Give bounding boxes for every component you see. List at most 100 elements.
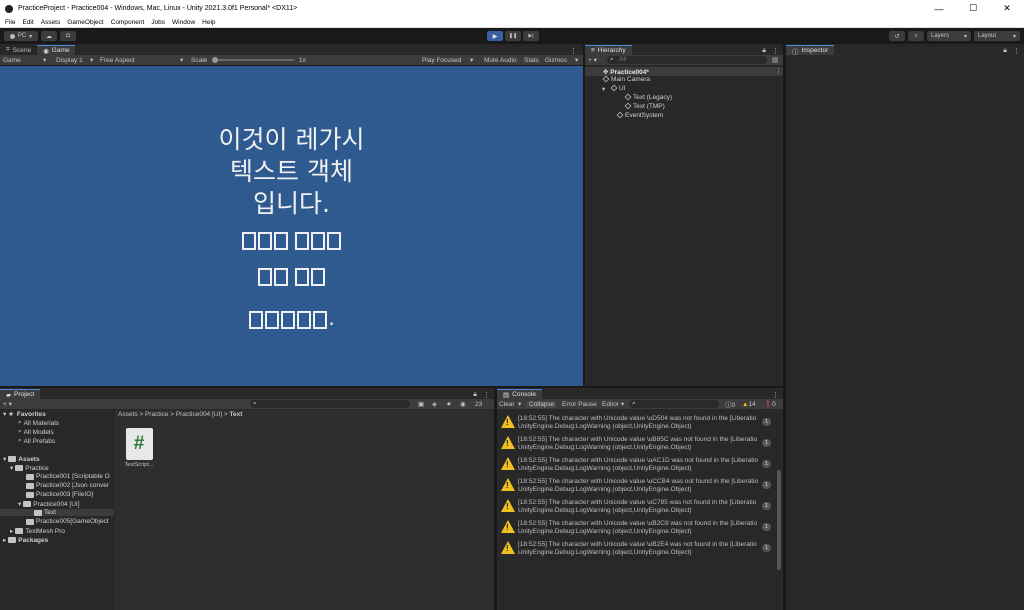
log-row[interactable]: ! [18:52:55] The character with Unicode v… [497, 412, 777, 433]
hierarchy-item-text-legacy[interactable]: Text (Legacy) [624, 93, 672, 101]
error-count[interactable]: ❗0 [764, 400, 776, 408]
tab-hierarchy[interactable]: ≡ Hierarchy [585, 45, 632, 55]
layout-dropdown[interactable]: Layout ▾ [974, 31, 1020, 41]
tree-item-all-materials[interactable]: ⌕ All Materials [18, 419, 59, 427]
scene-menu-icon[interactable]: ⋮ [775, 67, 782, 75]
tree-practice002[interactable]: Practice002 [Json conver [26, 482, 109, 489]
tab-game[interactable]: ◉ Game [37, 45, 76, 55]
pause-button[interactable]: ❚❚ [505, 31, 521, 41]
tree-favorites[interactable]: ▾ ★ Favorites [3, 410, 46, 419]
create-button[interactable]: + ▾ [588, 56, 597, 64]
visibility-icon[interactable]: ◉ [460, 400, 466, 408]
panel-menu-icon[interactable]: ⋮ [483, 391, 490, 399]
panel-menu-icon[interactable]: ⋮ [772, 47, 779, 55]
tree-practice003[interactable]: Practice003 [FileIO] [26, 491, 93, 498]
filter-icon[interactable]: ▤ [772, 56, 778, 64]
log-row[interactable]: ! [18:52:55] The character with Unicode v… [497, 496, 777, 517]
scale-slider[interactable] [212, 57, 294, 63]
hierarchy-item-eventsystem[interactable]: EventSystem [616, 111, 663, 119]
save-search-icon[interactable]: ★ [446, 400, 452, 408]
tree-practice004[interactable]: ▾ Practice004 [UI] [18, 500, 80, 509]
collab-button[interactable]: ◘ [60, 31, 76, 41]
mute-audio-toggle[interactable]: Mute Audio [484, 57, 517, 64]
play-focused-dropdown[interactable]: Play Focused [422, 57, 461, 64]
scene-row[interactable]: ✥ Practice004* ⋮ [585, 67, 783, 76]
hierarchy-item-ui[interactable]: ▾ UI [602, 84, 626, 93]
error-pause-toggle[interactable]: Error Pause [562, 401, 597, 408]
breadcrumb-text[interactable]: Text [230, 411, 243, 418]
breadcrumb-practice004[interactable]: Practice004 [UI] [176, 411, 222, 418]
lock-icon[interactable]: 🔒︎ [473, 391, 477, 399]
panel-menu-icon[interactable]: ⋮ [772, 391, 779, 399]
tree-textmesh-pro[interactable]: ▸ TextMesh Pro [10, 527, 65, 536]
maximize-button[interactable]: ☐ [956, 0, 990, 17]
tree-practice[interactable]: ▾ Practice [10, 464, 49, 473]
account-dropdown[interactable]: PC ▾ [4, 31, 38, 41]
cloud-button[interactable]: ☁ [41, 31, 57, 41]
warning-icon: ! [501, 520, 515, 533]
search-button[interactable]: ⌕ [908, 31, 924, 41]
tree-text-selected[interactable]: Text [0, 509, 114, 516]
log-row[interactable]: ! [18:52:55] The character with Unicode v… [497, 454, 777, 475]
info-count[interactable]: ⓘ0 [725, 399, 735, 409]
tree-practice001[interactable]: Practice001 [Scriptable O [26, 473, 110, 480]
menu-window[interactable]: Window [172, 19, 195, 26]
collapse-toggle[interactable]: Collapse [527, 400, 557, 408]
gizmos-toggle[interactable]: Gizmos [545, 57, 567, 64]
project-search-input[interactable]: ⌕ [250, 400, 410, 408]
tree-packages[interactable]: ▸ Packages [3, 536, 48, 545]
log-row[interactable]: ! [18:52:55] The character with Unicode v… [497, 475, 777, 496]
menu-jobs[interactable]: Jobs [151, 19, 165, 26]
log-row[interactable]: ! [18:52:55] The character with Unicode v… [497, 433, 777, 454]
file-textscript[interactable]: # TextScript... [123, 428, 155, 478]
search-by-label-icon[interactable]: ◈ [432, 400, 437, 408]
menu-component[interactable]: Component [111, 19, 145, 26]
play-button[interactable]: ▶ [487, 31, 503, 41]
expand-arrow-icon[interactable]: ▾ [602, 85, 605, 93]
create-asset-button[interactable]: + ▾ [3, 400, 12, 408]
log-row[interactable]: ! [18:52:55] The character with Unicode v… [497, 538, 777, 559]
lock-icon[interactable]: 🔒︎ [1003, 47, 1007, 55]
menu-edit[interactable]: Edit [22, 19, 33, 26]
warning-count[interactable]: ▲14 [742, 401, 756, 408]
stats-toggle[interactable]: Stats [524, 57, 539, 64]
display-dropdown[interactable]: Display 1 [56, 57, 83, 64]
breadcrumb-practice[interactable]: Practice [145, 411, 168, 418]
history-button[interactable]: ↺ [889, 31, 905, 41]
chevron-down-icon[interactable]: ▾ [518, 400, 521, 408]
panel-menu-icon[interactable]: ⋮ [1013, 47, 1020, 55]
lock-icon[interactable]: 🔒︎ [762, 47, 766, 55]
scale-slider-handle[interactable] [212, 57, 218, 63]
layers-dropdown[interactable]: Layers ▾ [927, 31, 971, 41]
log-row[interactable]: ! [18:52:55] The character with Unicode v… [497, 517, 777, 538]
menu-assets[interactable]: Assets [41, 19, 61, 26]
menu-file[interactable]: File [5, 19, 15, 26]
tab-inspector[interactable]: ⓘ Inspector [786, 45, 835, 56]
minimize-button[interactable]: — [922, 0, 956, 17]
search-by-type-icon[interactable]: ▣ [418, 400, 424, 408]
step-button[interactable]: ▶| [523, 31, 539, 41]
game-view[interactable]: 이것이 레가시 텍스트 객체 입니다. . [0, 66, 583, 386]
tab-console[interactable]: ▤ Console [497, 389, 543, 399]
tree-assets[interactable]: ▾ Assets [3, 455, 40, 464]
aspect-dropdown[interactable]: Free Aspect [100, 57, 135, 64]
menu-help[interactable]: Help [202, 19, 215, 26]
tree-practice005[interactable]: Practice005[GameObject [26, 518, 109, 525]
hierarchy-item-text-tmp[interactable]: Text (TMP) [624, 102, 665, 110]
tab-scene[interactable]: ⌗ Scene [0, 45, 37, 55]
folder-icon: ▰ [6, 391, 11, 399]
console-search-input[interactable]: ⌕ [629, 400, 719, 408]
panel-menu-icon[interactable]: ⋮ [570, 47, 577, 55]
tab-project[interactable]: ▰ Project [0, 389, 41, 399]
breadcrumb-assets[interactable]: Assets [118, 411, 138, 418]
tree-item-all-prefabs[interactable]: ⌕ All Prefabs [18, 437, 55, 445]
display-mode-dropdown[interactable]: Game [3, 57, 21, 64]
menu-gameobject[interactable]: GameObject [67, 19, 104, 26]
editor-dropdown[interactable]: Editor [602, 401, 619, 408]
console-scrollbar[interactable] [777, 470, 781, 570]
hierarchy-item-main-camera[interactable]: Main Camera [602, 75, 650, 83]
clear-button[interactable]: Clear [499, 401, 515, 408]
hierarchy-search-input[interactable]: ⌕ All [607, 56, 767, 64]
close-button[interactable]: ✕ [990, 0, 1024, 17]
tree-item-all-models[interactable]: ⌕ All Models [18, 428, 54, 436]
